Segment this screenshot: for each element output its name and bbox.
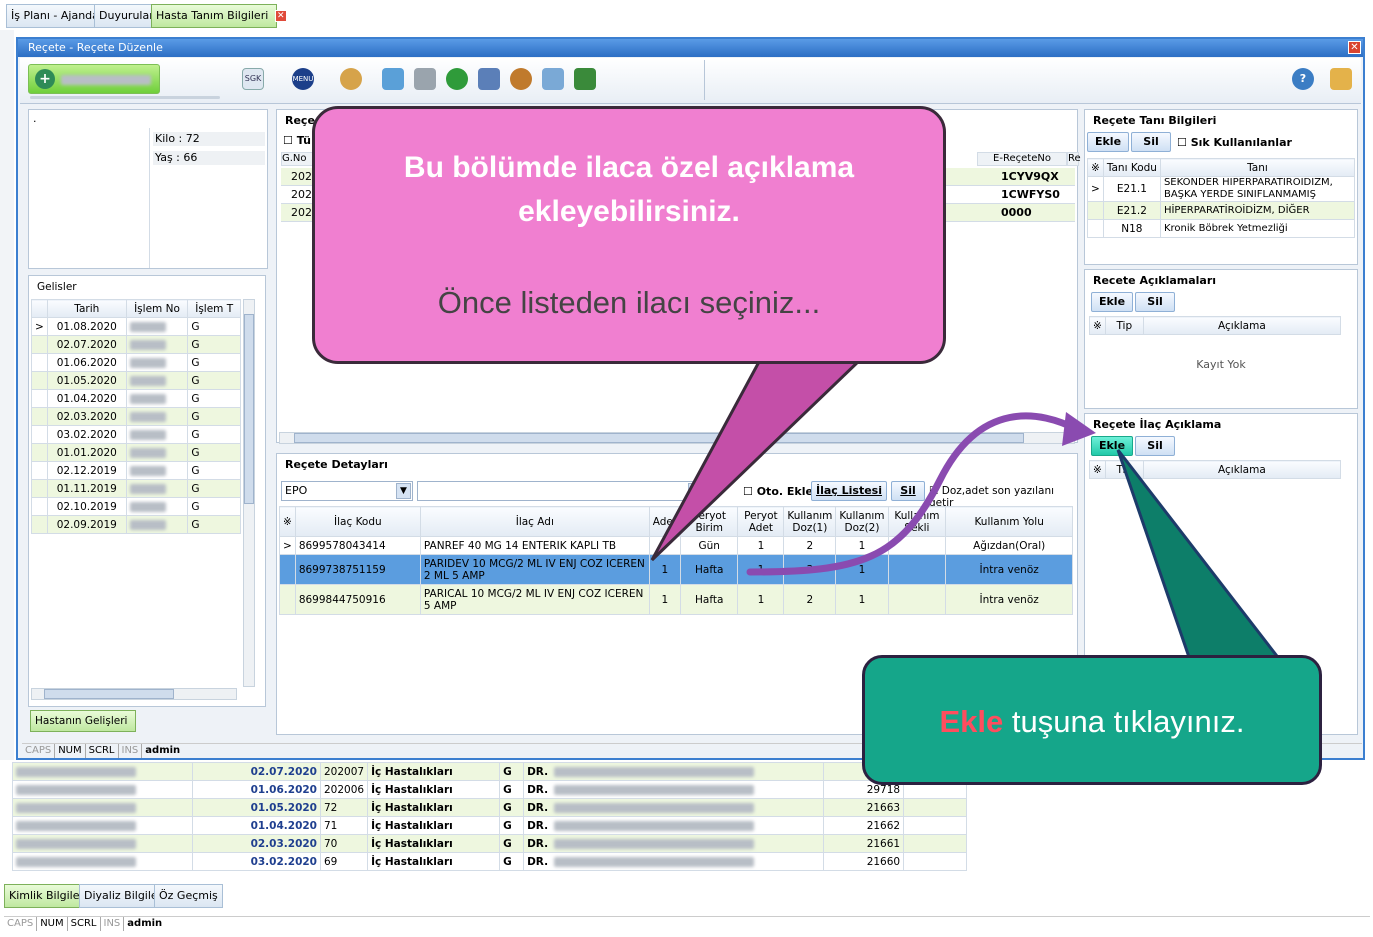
callout-ekle-rest: tuşuna tıklayınız. [1003, 704, 1245, 739]
callout-instruction: Bu bölümde ilaca özel açıklama ekleyebil… [312, 106, 946, 364]
purple-curved-arrow [746, 412, 1082, 576]
callout-line3: Önce listeden ilacı seçiniz... [437, 285, 821, 320]
teal-callout-tail [1116, 449, 1284, 662]
callout-ekle: Ekle tuşuna tıklayınız. [862, 655, 1322, 785]
callout-ekle-text: Ekle tuşuna tıklayınız. [865, 704, 1319, 740]
purple-arrow-head [1062, 412, 1096, 446]
callout-line1: Bu bölümde ilaca özel açıklama [403, 151, 855, 184]
callout-line2: ekleyebilirsiniz. [518, 195, 740, 228]
pink-callout-tail [650, 358, 864, 562]
callout-ekle-highlight: Ekle [939, 704, 1004, 739]
